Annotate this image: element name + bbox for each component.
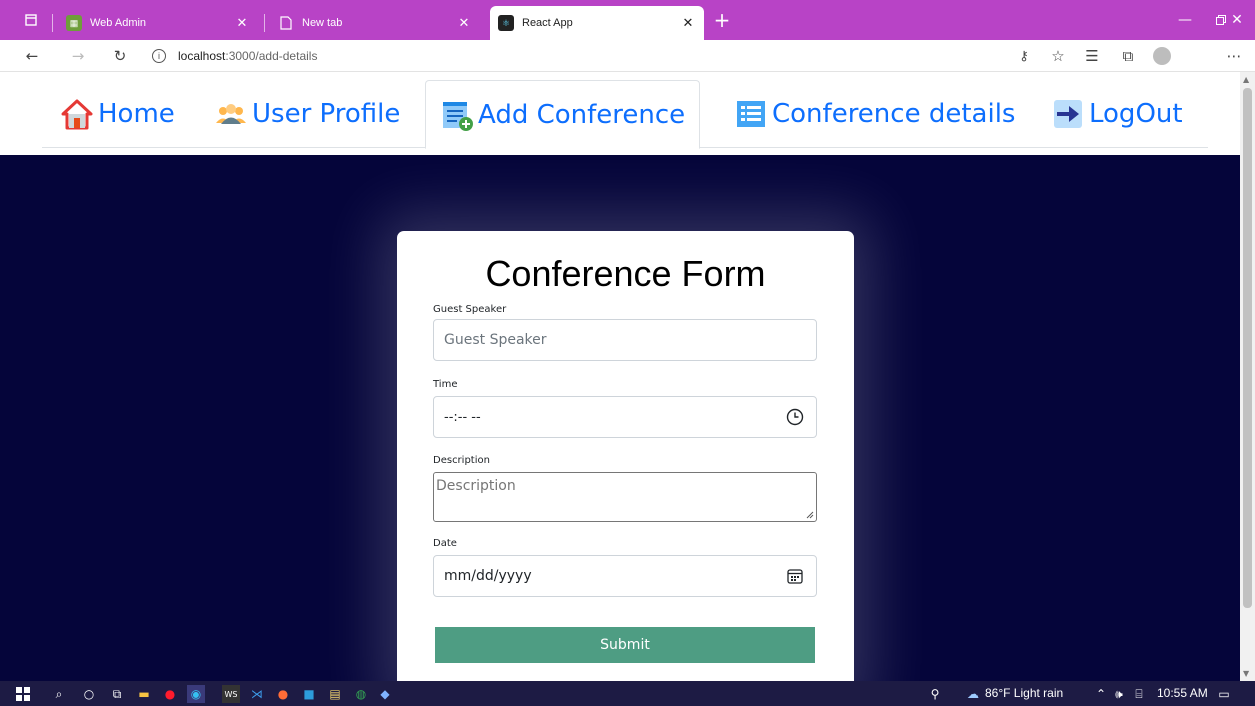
tab-new-tab[interactable]: New tab ✕ <box>270 6 480 40</box>
url-host: localhost <box>178 49 226 63</box>
nav-label: Home <box>98 99 175 129</box>
nav-add-conference[interactable]: Add Conference <box>425 80 701 149</box>
close-icon[interactable]: ✕ <box>456 15 472 31</box>
minimize-icon[interactable]: — <box>1167 0 1203 40</box>
nav-home[interactable]: Home <box>60 80 175 148</box>
notifications-icon[interactable]: ▭ <box>1215 685 1233 703</box>
date-label: Date <box>433 538 457 549</box>
url-path: :3000/add-details <box>225 49 318 63</box>
postman-icon[interactable]: ● <box>274 685 292 703</box>
more-menu-icon[interactable]: ⋯ <box>1222 44 1246 68</box>
guest-speaker-placeholder: Guest Speaker <box>444 332 547 348</box>
list-icon <box>734 97 768 131</box>
time-label: Time <box>433 379 458 390</box>
page-scrollbar[interactable]: ▲ ▼ <box>1240 72 1255 681</box>
nav-label: User Profile <box>252 99 401 129</box>
people-icon[interactable]: ⚲ <box>926 685 944 703</box>
opera-icon[interactable]: ● <box>161 685 179 703</box>
window-close-icon[interactable]: ✕ <box>1219 0 1255 40</box>
web-admin-icon: ▦ <box>66 15 82 31</box>
scroll-down-icon[interactable]: ▼ <box>1243 669 1249 678</box>
add-document-icon <box>440 98 474 132</box>
guest-speaker-input[interactable]: Guest Speaker <box>433 319 817 361</box>
refresh-icon[interactable]: ↻ <box>108 44 132 68</box>
users-icon <box>214 97 248 131</box>
nav-label: Conference details <box>772 99 1016 129</box>
volume-icon[interactable]: 🕪 <box>1110 685 1128 703</box>
windows-start-icon[interactable] <box>14 685 32 703</box>
nav-tabs: Home User Profile Add Conference Confere… <box>42 80 1208 149</box>
submit-button[interactable]: Submit <box>435 627 815 663</box>
task-view-icon[interactable]: ⧉ <box>108 685 126 703</box>
conference-form: Conference Form Guest Speaker Guest Spea… <box>397 231 854 681</box>
close-icon[interactable]: ✕ <box>234 15 250 31</box>
site-info-icon[interactable]: i <box>152 49 166 63</box>
time-value: --:-- -- <box>444 409 481 425</box>
date-value: mm/dd/yyyy <box>444 568 532 584</box>
description-textarea[interactable]: Description <box>433 472 817 522</box>
clock-time[interactable]: 10:55 AM <box>1157 686 1208 700</box>
react-icon: ⚛ <box>498 15 514 31</box>
resize-grip-icon[interactable] <box>806 511 814 519</box>
cortana-icon[interactable]: ○ <box>80 685 98 703</box>
tab-title: Web Admin <box>90 17 147 29</box>
nav-user-profile[interactable]: User Profile <box>214 80 400 148</box>
chevron-up-icon[interactable]: ⌃ <box>1092 685 1110 703</box>
profile-icon[interactable] <box>1150 44 1174 68</box>
nav-logout[interactable]: LogOut <box>1051 80 1183 148</box>
address-bar[interactable]: i localhost:3000/add-details <box>152 45 1002 67</box>
vscode-icon[interactable]: ⋊ <box>248 685 266 703</box>
cloud-rain-icon: ☁ <box>967 687 979 701</box>
page-viewport: Home User Profile Add Conference Confere… <box>0 72 1240 681</box>
form-background: Conference Form Guest Speaker Guest Spea… <box>0 155 1240 681</box>
arrow-right-icon <box>1051 97 1085 131</box>
browser-tabstrip: ▦ Web Admin ✕ New tab ✕ ⚛ React App ✕ + … <box>0 0 1255 40</box>
app-icon[interactable]: ◆ <box>376 685 394 703</box>
page-icon <box>278 15 294 31</box>
windows-taskbar: ⌕ ○ ⧉ ▬ ● ◉ WS ⋊ ● ■ ▤ ◍ ◆ ⚲ ☁ 86°F Ligh… <box>0 681 1255 706</box>
nav-label: Add Conference <box>478 99 686 130</box>
description-placeholder: Description <box>436 478 516 494</box>
form-title: Conference Form <box>485 253 766 294</box>
favorites-icon[interactable]: ☰ <box>1080 44 1104 68</box>
tab-actions-icon[interactable] <box>16 0 46 40</box>
calendar-icon[interactable] <box>786 567 804 585</box>
back-icon[interactable]: ← <box>20 44 44 68</box>
home-icon <box>60 97 94 131</box>
date-input[interactable]: mm/dd/yyyy <box>433 555 817 597</box>
password-key-icon[interactable]: ⚷ <box>1012 44 1036 68</box>
weather-text[interactable]: 86°F Light rain <box>985 686 1063 700</box>
tab-separator <box>52 14 53 32</box>
tab-separator <box>264 14 265 32</box>
file-explorer-icon[interactable]: ▬ <box>135 685 153 703</box>
nav-label: LogOut <box>1089 99 1183 129</box>
chrome-icon[interactable]: ◍ <box>352 685 370 703</box>
notepad-icon[interactable]: ▤ <box>326 685 344 703</box>
tab-web-admin[interactable]: ▦ Web Admin ✕ <box>58 6 258 40</box>
tab-title: React App <box>522 17 573 29</box>
time-input[interactable]: --:-- -- <box>433 396 817 438</box>
add-favorite-icon[interactable]: ☆ <box>1046 44 1070 68</box>
webstorm-icon[interactable]: WS <box>222 685 240 703</box>
description-label: Description <box>433 455 490 466</box>
clock-icon[interactable] <box>786 408 804 426</box>
browser-toolbar: ← → ↻ i localhost:3000/add-details ⚷ ☆ ☰… <box>0 40 1255 72</box>
new-tab-button[interactable]: + <box>708 6 736 34</box>
network-icon[interactable]: ⌸ <box>1130 685 1148 703</box>
collections-icon[interactable]: ⧉ <box>1116 44 1140 68</box>
close-icon[interactable]: ✕ <box>680 15 696 31</box>
media-app-icon[interactable]: ■ <box>300 685 318 703</box>
scrollbar-thumb[interactable] <box>1243 88 1252 608</box>
scroll-up-icon[interactable]: ▲ <box>1243 75 1249 84</box>
guest-speaker-label: Guest Speaker <box>433 304 507 315</box>
forward-icon[interactable]: → <box>66 44 90 68</box>
search-icon[interactable]: ⌕ <box>50 685 68 703</box>
tab-title: New tab <box>302 17 343 29</box>
tab-react-app[interactable]: ⚛ React App ✕ <box>490 6 704 40</box>
nav-conference-details[interactable]: Conference details <box>734 80 1015 148</box>
edge-icon[interactable]: ◉ <box>187 685 205 703</box>
